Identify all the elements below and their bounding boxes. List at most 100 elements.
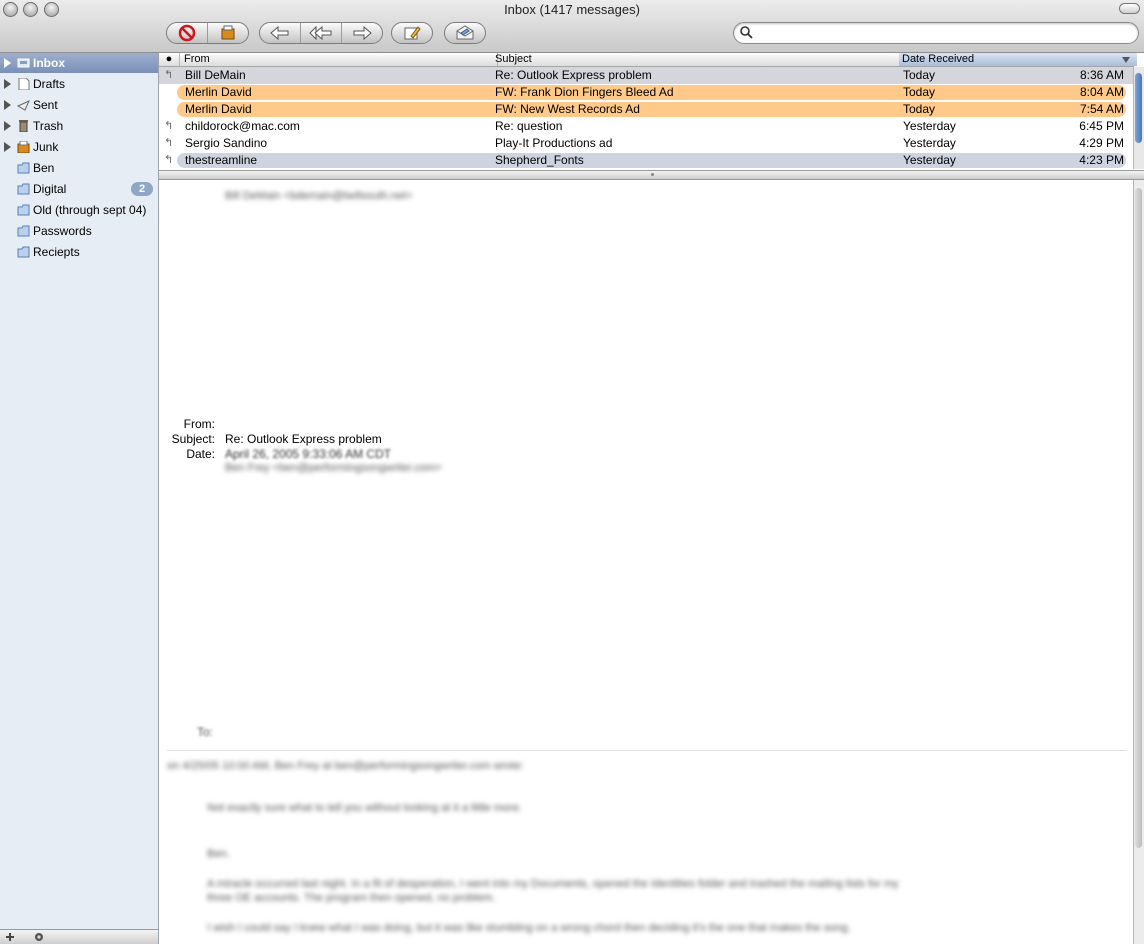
reply-button[interactable] (260, 23, 301, 43)
message-from: Bill DeMain (185, 68, 246, 82)
replied-icon: ↰ (164, 120, 174, 132)
message-time: 8:36 AM (1079, 68, 1124, 82)
search-input[interactable] (756, 25, 1130, 43)
message-date: Today (903, 68, 936, 82)
message-row[interactable]: ↰ Sergio Sandino Play-It Productions ad … (159, 135, 1134, 152)
disclosure-triangle-icon[interactable] (4, 121, 11, 131)
blurred-sender-address: Bill DeMain <bdemain@bellsouth.net> (225, 190, 413, 202)
disclosure-triangle-icon[interactable] (4, 79, 11, 89)
message-row[interactable]: ↰ thestreamline Shepherd_Fonts Yesterday… (159, 152, 1134, 169)
scrollbar-thumb[interactable] (1135, 73, 1142, 143)
replied-icon: ↰ (164, 69, 174, 81)
message-time: 4:23 PM (1079, 153, 1124, 167)
message-time: 6:45 PM (1079, 119, 1124, 133)
date-label: Date: (186, 447, 215, 461)
sidebar-item-label: Sent (33, 98, 58, 112)
splitter-handle-icon (651, 173, 654, 176)
sidebar-item-drafts[interactable]: Drafts (0, 74, 158, 94)
sidebar-item-ben[interactable]: Ben (0, 158, 158, 178)
body-line: I wish I could say I knew what I was doi… (207, 922, 851, 934)
junk-button[interactable] (208, 23, 248, 43)
message-date: Today (903, 102, 936, 116)
sidebar-item-junk[interactable]: Junk (0, 137, 158, 157)
unread-count-badge: 2 (131, 182, 153, 196)
header-body-divider (167, 750, 1127, 751)
sidebar-item-label: Inbox (33, 56, 65, 70)
sidebar-item-label: Old (through sept 04) (33, 203, 147, 217)
message-row[interactable]: ↰ childorock@mac.com Re: question Yester… (159, 118, 1134, 135)
trash-icon (19, 120, 28, 132)
message-list-scrollbar[interactable] (1133, 67, 1144, 169)
from-label: From: (183, 417, 215, 431)
sidebar-item-passwords[interactable]: Passwords (0, 221, 158, 241)
message-from: Sergio Sandino (185, 136, 268, 150)
disclosure-triangle-icon[interactable] (4, 100, 11, 110)
message-time: 7:54 AM (1079, 102, 1124, 116)
message-time: 4:29 PM (1079, 136, 1124, 150)
sidebar-action-bar (0, 929, 158, 944)
message-row[interactable]: Merlin David FW: Frank Dion Fingers Blee… (159, 84, 1134, 101)
column-header-subject[interactable]: Subject (493, 53, 900, 66)
folder-icon (17, 204, 30, 216)
folder-icon (17, 246, 30, 258)
column-header-from[interactable]: From (180, 53, 498, 66)
delete-button[interactable] (167, 23, 208, 43)
junk-icon (17, 141, 30, 153)
sidebar-item-digital[interactable]: Digital 2 (0, 179, 158, 199)
body-quote-line: on 4/25/05 10:00 AM, Ben Frey at ben@per… (167, 760, 524, 772)
folder-icon (17, 183, 30, 195)
sidebar-item-label: Drafts (33, 77, 66, 91)
search-icon (740, 26, 753, 39)
message-row[interactable]: Merlin David FW: New West Records Ad Tod… (159, 101, 1134, 118)
message-time: 8:04 AM (1079, 85, 1124, 99)
date-value: April 26, 2005 9:33:06 AM CDT (225, 447, 392, 461)
search-field[interactable] (733, 22, 1139, 44)
add-mailbox-icon[interactable] (5, 932, 15, 942)
disclosure-triangle-icon[interactable] (4, 142, 11, 152)
reply-group (259, 22, 383, 44)
sidebar-item-old[interactable]: Old (through sept 04) (0, 200, 158, 220)
sidebar-item-label: Digital (33, 182, 67, 196)
reply-all-button[interactable] (301, 23, 342, 43)
toolbar-toggle-button[interactable] (1119, 3, 1140, 14)
column-header-status[interactable]: ● (159, 53, 180, 66)
sidebar-item-label: Ben (33, 161, 55, 175)
message-row[interactable]: ↰ Bill DeMain Re: Outlook Express proble… (159, 67, 1134, 84)
message-from: Merlin David (185, 102, 252, 116)
sidebar-item-reciepts[interactable]: Reciepts (0, 242, 158, 262)
scrollbar-thumb[interactable] (1135, 188, 1142, 848)
body-line: A miracle occurred last night. In a fit … (207, 878, 899, 890)
compose-group (391, 22, 433, 44)
compose-icon (404, 26, 421, 40)
sidebar-item-trash[interactable]: Trash (0, 116, 158, 136)
column-header-label: Date Received (902, 53, 975, 65)
reply-all-icon (309, 26, 332, 40)
sidebar-item-sent[interactable]: Sent (0, 95, 158, 115)
get-mail-button[interactable] (445, 23, 485, 43)
blurred-recipient-line: Ben Frey <ben@performingsongwriter.com> (225, 462, 442, 474)
message-date: Today (903, 85, 936, 99)
message-date: Yesterday (903, 153, 956, 167)
sort-descending-icon (1122, 57, 1130, 63)
message-date: Yesterday (903, 119, 956, 133)
disclosure-triangle-icon[interactable] (4, 58, 11, 68)
subject-label: Subject: (171, 432, 215, 446)
reply-icon (270, 26, 289, 40)
mailbox-sidebar: Inbox Drafts Sent Trash Junk Ben Digital… (0, 53, 159, 944)
sidebar-item-label: Reciepts (33, 245, 80, 259)
message-subject: Re: question (495, 119, 563, 133)
window-titlebar: Inbox (1417 messages) (0, 0, 1144, 53)
sidebar-item-label: Trash (33, 119, 64, 133)
new-message-button[interactable] (392, 23, 432, 43)
gear-icon[interactable] (33, 931, 45, 943)
message-viewer-scrollbar[interactable] (1133, 180, 1144, 944)
message-from: childorock@mac.com (185, 119, 300, 133)
forward-button[interactable] (342, 23, 382, 43)
column-header-date-received[interactable]: Date Received (899, 53, 1137, 66)
sidebar-item-inbox[interactable]: Inbox (0, 53, 158, 73)
message-subject: FW: New West Records Ad (495, 102, 640, 116)
forward-icon (353, 26, 372, 40)
body-line: Ben. (207, 848, 230, 860)
pane-splitter[interactable] (159, 170, 1144, 180)
body-line: three OE accounts. The program then open… (207, 892, 496, 904)
